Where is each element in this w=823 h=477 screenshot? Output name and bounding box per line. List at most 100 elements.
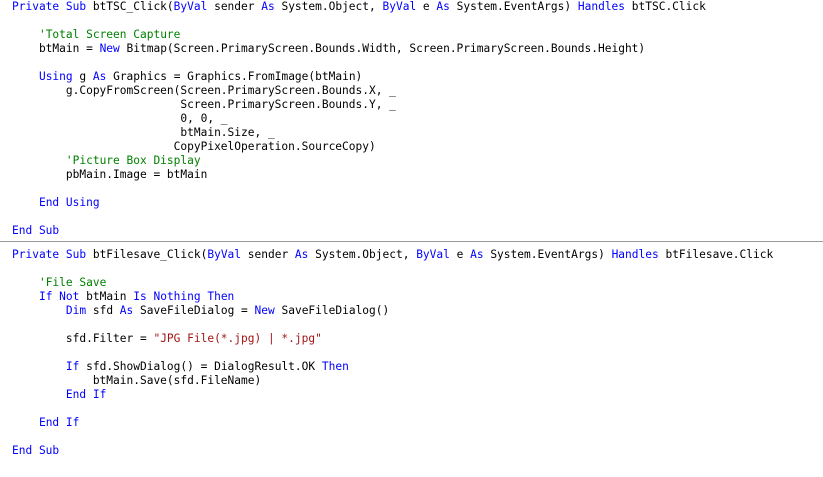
keyword-token: Then [321, 360, 349, 373]
method-btTSC-Click: Private Sub btTSC_Click(ByVal sender As … [0, 0, 823, 238]
code-token: SaveFileDialog() [274, 304, 390, 317]
blank-line[interactable] [0, 318, 823, 332]
code-token: System.Object, [308, 248, 417, 261]
keyword-token: If [65, 360, 80, 373]
code-token: Screen.PrimaryScreen.Bounds.Y, _ [12, 98, 396, 111]
code-line[interactable]: 'File Save [0, 276, 823, 290]
code-line[interactable]: Private Sub btFilesave_Click(ByVal sende… [0, 248, 823, 262]
code-line[interactable]: End Using [0, 196, 823, 210]
code-line[interactable]: 'Picture Box Display [0, 154, 823, 168]
code-token: sender [241, 248, 295, 261]
blank-line[interactable] [0, 14, 823, 28]
string-token: "JPG File(*.jpg) | *.jpg" [153, 332, 322, 345]
keyword-token: Handles [611, 248, 659, 261]
keyword-token: End If [38, 416, 80, 429]
blank-line[interactable] [0, 56, 823, 70]
code-line[interactable]: Private Sub btTSC_Click(ByVal sender As … [0, 0, 823, 14]
code-line[interactable]: End Sub [0, 444, 823, 458]
code-token: pbMain.Image = btMain [12, 168, 208, 181]
code-line[interactable]: If sfd.ShowDialog() = DialogResult.OK Th… [0, 360, 823, 374]
code-token: Bitmap(Screen.PrimaryScreen.Bounds.Width… [119, 42, 646, 55]
code-line[interactable]: btMain.Size, _ [0, 126, 823, 140]
code-token: sender [207, 0, 262, 13]
code-token: btMain = [12, 42, 100, 55]
code-line[interactable]: CopyPixelOperation.SourceCopy) [0, 140, 823, 154]
code-token: btTSC_Click( [92, 0, 174, 13]
code-line[interactable]: sfd.Filter = "JPG File(*.jpg) | *.jpg" [0, 332, 823, 346]
keyword-token: Is Nothing Then [133, 290, 235, 303]
code-token: g [72, 70, 93, 83]
code-line[interactable]: End If [0, 416, 823, 430]
code-line[interactable]: btMain.Save(sfd.FileName) [0, 374, 823, 388]
blank-line[interactable] [0, 346, 823, 360]
comment-token: 'Picture Box Display [65, 154, 201, 167]
code-line[interactable]: Dim sfd As SaveFileDialog = New SaveFile… [0, 304, 823, 318]
code-token: btMain.Save(sfd.FileName) [12, 374, 262, 387]
code-line[interactable]: btMain = New Bitmap(Screen.PrimaryScreen… [0, 42, 823, 56]
keyword-token: Dim [65, 304, 87, 317]
code-token: CopyPixelOperation.SourceCopy) [12, 140, 376, 153]
code-editor[interactable]: Private Sub btTSC_Click(ByVal sender As … [0, 0, 823, 477]
keyword-token: End Sub [12, 444, 60, 457]
keyword-token: As [92, 70, 107, 83]
code-line[interactable]: If Not btMain Is Nothing Then [0, 290, 823, 304]
procedure-separator [0, 241, 823, 242]
code-line[interactable]: Screen.PrimaryScreen.Bounds.Y, _ [0, 98, 823, 112]
code-token: btMain.Size, _ [12, 126, 275, 139]
comment-token: 'Total Screen Capture [38, 28, 181, 41]
code-token: e [449, 248, 471, 261]
code-token: sfd [86, 304, 120, 317]
code-line[interactable]: End If [0, 388, 823, 402]
blank-line[interactable] [0, 210, 823, 224]
code-token: e [416, 0, 437, 13]
code-token: System.Object, [274, 0, 383, 13]
code-line[interactable]: g.CopyFromScreen(Screen.PrimaryScreen.Bo… [0, 84, 823, 98]
code-token: SaveFileDialog = [133, 304, 255, 317]
keyword-token: If Not [38, 290, 80, 303]
keyword-token: As [261, 0, 275, 13]
code-token: btMain [79, 290, 134, 303]
blank-line[interactable] [0, 182, 823, 196]
blank-line[interactable] [0, 402, 823, 416]
code-line[interactable]: End Sub [0, 224, 823, 238]
keyword-token: As [119, 304, 134, 317]
code-token: System.EventArgs) [483, 248, 612, 261]
keyword-token: As [470, 248, 484, 261]
keyword-token: Handles [577, 0, 626, 13]
keyword-token: Private Sub [12, 0, 93, 13]
code-token: sfd.Filter = [12, 332, 154, 345]
keyword-token: As [294, 248, 309, 261]
keyword-token: New [254, 304, 275, 317]
keyword-token: New [99, 42, 120, 55]
code-token: btTSC.Click [625, 0, 706, 13]
code-token: btFilesave_Click( [92, 248, 208, 261]
code-line[interactable]: Using g As Graphics = Graphics.FromImage… [0, 70, 823, 84]
keyword-token: Private Sub [12, 248, 93, 261]
blank-line[interactable] [0, 430, 823, 444]
keyword-token: Using [38, 70, 73, 83]
code-line[interactable]: pbMain.Image = btMain [0, 168, 823, 182]
code-token: btFilesave.Click [658, 248, 774, 261]
code-token: g.CopyFromScreen(Screen.PrimaryScreen.Bo… [12, 84, 396, 97]
keyword-token: End Sub [12, 224, 60, 237]
code-token: 0, 0, _ [12, 112, 228, 125]
keyword-token: As [436, 0, 450, 13]
code-token: System.EventArgs) [449, 0, 578, 13]
keyword-token: End Using [38, 196, 100, 209]
blank-line[interactable] [0, 262, 823, 276]
keyword-token: ByVal [207, 248, 242, 261]
code-line[interactable]: 'Total Screen Capture [0, 28, 823, 42]
keyword-token: ByVal [173, 0, 208, 13]
comment-token: 'File Save [38, 276, 107, 289]
code-line[interactable]: 0, 0, _ [0, 112, 823, 126]
